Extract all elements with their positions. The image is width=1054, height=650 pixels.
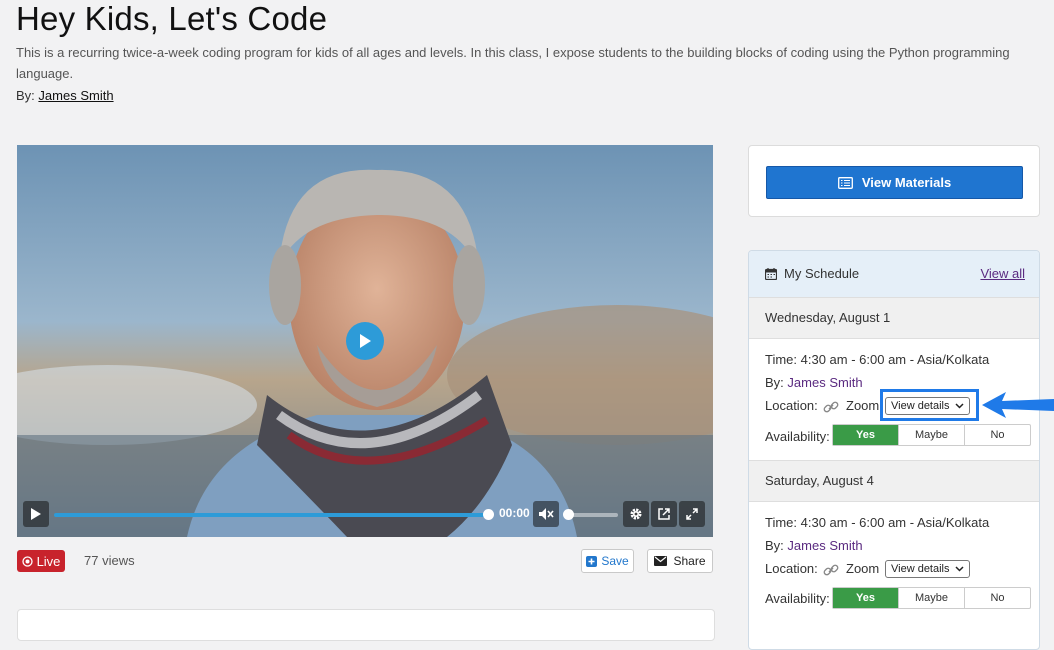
- view-materials-button[interactable]: View Materials: [766, 166, 1023, 199]
- session-day-header: Wednesday, August 1: [749, 297, 1039, 339]
- progress-bar[interactable]: [54, 513, 488, 517]
- plus-square-icon: [586, 555, 598, 567]
- author-prefix: By:: [16, 88, 35, 103]
- live-badge: Live: [17, 550, 65, 572]
- session-by-prefix: By:: [765, 538, 784, 553]
- arrow-left-icon: [982, 392, 1054, 418]
- page-description: This is a recurring twice-a-week coding …: [16, 45, 1010, 81]
- save-label: Save: [601, 554, 629, 568]
- play-icon: [31, 508, 41, 520]
- chevron-down-icon: [954, 566, 964, 572]
- view-details-label: View details: [891, 563, 950, 575]
- video-player[interactable]: 00:00: [17, 145, 713, 537]
- link-icon: [823, 401, 839, 412]
- play-icon: [360, 334, 371, 348]
- live-label: Live: [36, 553, 61, 569]
- session-host: By: James Smith: [765, 538, 863, 553]
- availability-toggle: Yes Maybe No: [832, 587, 1031, 609]
- list-icon: [837, 176, 853, 189]
- materials-card: View Materials: [748, 145, 1040, 217]
- session-day: Saturday, August 4: [765, 473, 874, 488]
- session-by-prefix: By:: [765, 375, 784, 390]
- author-link[interactable]: James Smith: [38, 88, 113, 103]
- session-location-value: Zoom: [846, 398, 880, 413]
- availability-no-option[interactable]: No: [965, 425, 1030, 445]
- view-details-button[interactable]: View details: [885, 560, 970, 578]
- session-day: Wednesday, August 1: [765, 310, 891, 325]
- settings-button[interactable]: [623, 501, 649, 527]
- link-icon: [823, 564, 839, 575]
- availability-label: Availability:: [765, 429, 830, 444]
- volume-handle[interactable]: [563, 509, 574, 520]
- schedule-title: My Schedule: [765, 266, 859, 281]
- popout-icon: [658, 508, 670, 520]
- availability-maybe-option[interactable]: Maybe: [899, 425, 965, 445]
- play-overlay-button[interactable]: [346, 322, 384, 360]
- envelope-icon: [654, 556, 668, 566]
- session-day-header: Saturday, August 4: [749, 460, 1039, 502]
- availability-yes-option[interactable]: Yes: [833, 425, 899, 445]
- highlight-box: [880, 389, 979, 421]
- view-all-link[interactable]: View all: [980, 266, 1025, 281]
- popout-button[interactable]: [651, 501, 677, 527]
- mute-button[interactable]: [533, 501, 559, 527]
- session-location-value: Zoom: [846, 561, 880, 576]
- author-line: By: James Smith: [16, 88, 114, 103]
- fullscreen-button[interactable]: [679, 501, 705, 527]
- session-location-prefix: Location:: [765, 398, 818, 413]
- live-icon: [21, 555, 33, 567]
- session-time: Time: 4:30 am - 6:00 am - Asia/Kolkata: [765, 352, 990, 367]
- availability-toggle: Yes Maybe No: [832, 424, 1031, 446]
- availability-no-option[interactable]: No: [965, 588, 1030, 608]
- session-location: Location: Zoom: [765, 561, 879, 576]
- calendar-icon: [765, 267, 777, 280]
- view-count: 77 views: [84, 553, 135, 568]
- session-location-prefix: Location:: [765, 561, 818, 576]
- save-button[interactable]: Save: [581, 549, 634, 573]
- session-time: Time: 4:30 am - 6:00 am - Asia/Kolkata: [765, 515, 990, 530]
- progress-handle[interactable]: [483, 509, 494, 520]
- time-display: 00:00: [499, 506, 530, 520]
- session-host-name[interactable]: James Smith: [787, 375, 862, 390]
- session-location: Location: Zoom: [765, 398, 879, 413]
- availability-label: Availability:: [765, 591, 830, 606]
- schedule-panel: My Schedule View all Wednesday, August 1…: [748, 250, 1040, 650]
- gear-icon: [630, 508, 642, 520]
- page-title: Hey Kids, Let's Code: [16, 0, 328, 37]
- availability-maybe-option[interactable]: Maybe: [899, 588, 965, 608]
- session-host: By: James Smith: [765, 375, 863, 390]
- video-controls: 00:00: [17, 493, 713, 537]
- session-host-name[interactable]: James Smith: [787, 538, 862, 553]
- content-card: [17, 609, 715, 641]
- share-button[interactable]: Share: [647, 549, 713, 573]
- view-materials-label: View Materials: [861, 175, 952, 190]
- fullscreen-icon: [686, 508, 698, 520]
- schedule-header: My Schedule View all: [749, 251, 1039, 298]
- share-label: Share: [673, 554, 706, 568]
- schedule-title-text: My Schedule: [784, 266, 860, 281]
- mute-icon: [539, 508, 554, 520]
- volume-slider[interactable]: [567, 513, 618, 517]
- play-button[interactable]: [23, 501, 49, 527]
- availability-yes-option[interactable]: Yes: [833, 588, 899, 608]
